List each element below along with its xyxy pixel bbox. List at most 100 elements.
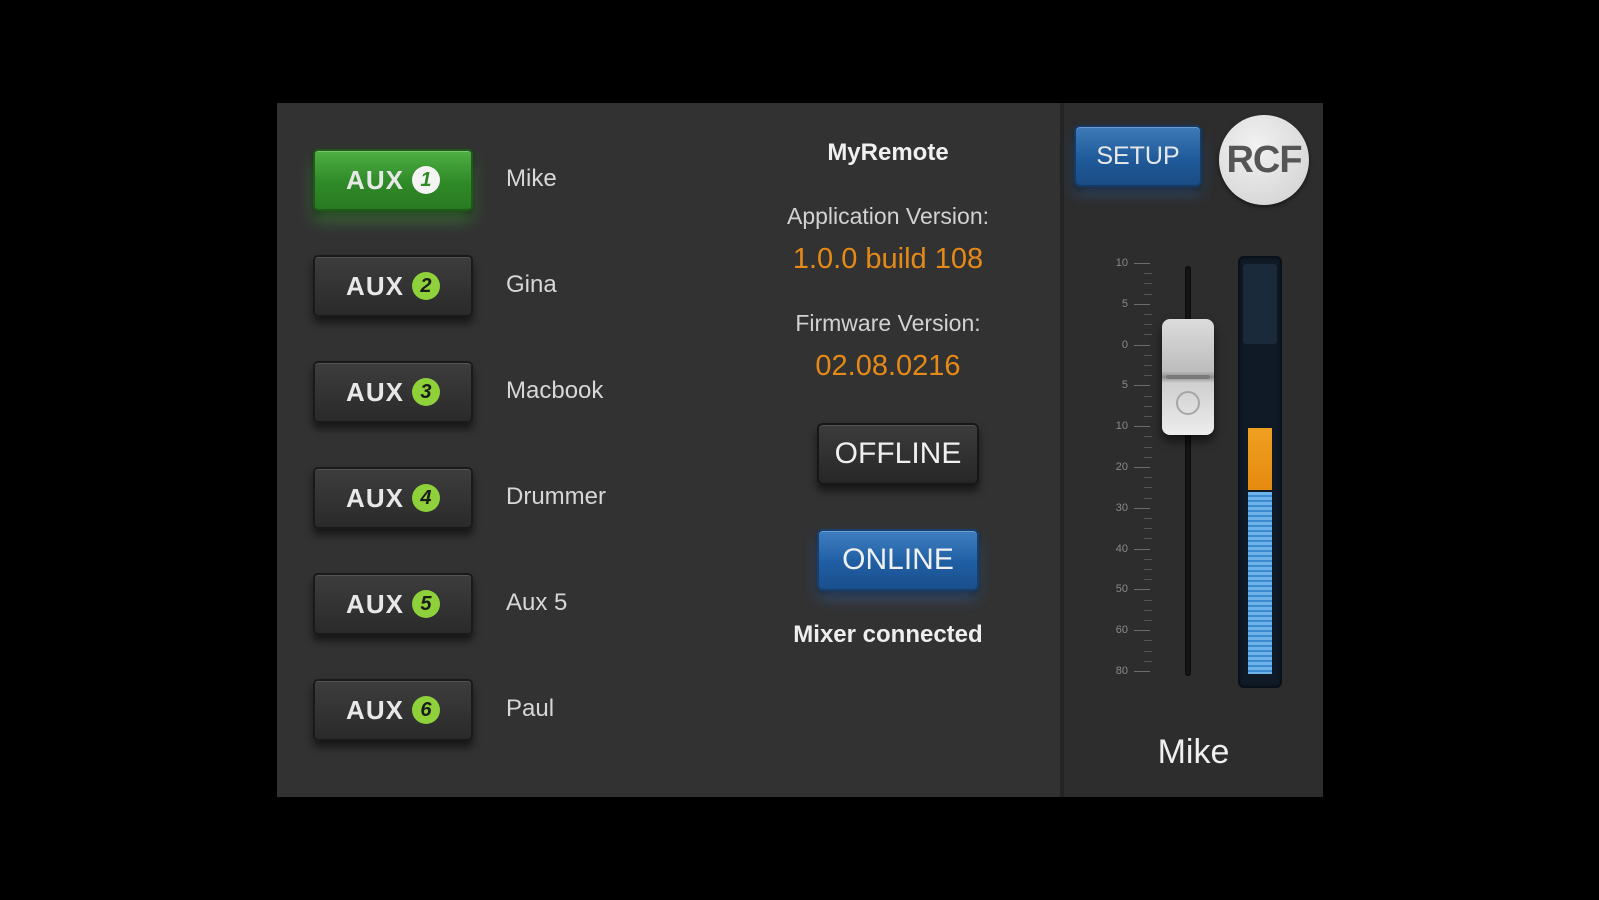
aux-label: AUX [346,694,404,725]
scale-label: 50 [1115,583,1128,596]
scale-minor-tick [1144,599,1152,601]
scale-tick [1134,426,1150,428]
scale-tick [1134,507,1150,509]
scale-minor-tick [1144,354,1152,356]
scale-mark: 60 [1110,624,1150,638]
scale-mark: 5 [1110,298,1150,312]
aux-3-button[interactable]: AUX 3 [313,361,473,423]
scale-minor-tick [1144,528,1152,530]
scale-minor-tick [1144,477,1152,479]
scale-minor-tick [1144,405,1152,407]
scale-minor-tick [1144,558,1152,560]
meter-peak-zone [1243,264,1277,344]
scale-minor-tick [1144,518,1152,519]
aux-number-badge: 6 [411,696,440,724]
aux-label: AUX [346,164,404,195]
scale-minor-tick [1144,497,1152,499]
aux-6-button[interactable]: AUX 6 [313,679,473,741]
app-version-value: 1.0.0 build 108 [792,243,984,275]
scale-mark: 0 [1110,339,1150,353]
aux-2-button[interactable]: AUX 2 [313,255,473,317]
firmware-version-value: 02.08.0216 [815,350,961,382]
aux-row-6: AUX 6 Paul [313,679,713,741]
scale-minor-tick [1144,538,1152,540]
aux-number-badge: 3 [411,378,440,406]
connection-status: Mixer connected [793,621,983,648]
scale-label: 10 [1115,420,1128,433]
scale-mark: 10 [1110,420,1150,434]
aux-number-badge: 5 [411,590,440,618]
firmware-version-label: Firmware Version: [795,310,981,336]
aux-6-name: Paul [506,695,555,722]
channel-name: Mike [1157,733,1230,771]
knob-dot [1176,390,1200,415]
aux-4-button[interactable]: AUX 4 [313,467,473,529]
aux-row-4: AUX 4 Drummer [313,467,713,529]
scale-minor-tick [1144,620,1152,621]
aux-5-name: Aux 5 [506,589,568,616]
aux-4-name: Drummer [506,483,606,510]
scale-mark: 5 [1110,379,1150,393]
knob-line [1166,374,1210,379]
online-button[interactable]: ONLINE [817,529,979,591]
meter-orange-segment [1248,427,1272,491]
scale-minor-tick [1144,283,1152,285]
aux-row-5: AUX 5 Aux 5 [313,573,713,635]
meter-fill [1248,427,1272,674]
aux-3-name: Macbook [506,377,604,404]
scale-minor-tick [1144,334,1152,336]
offline-button[interactable]: OFFLINE [817,423,979,485]
scale-label: 80 [1115,665,1128,677]
scale-minor-tick [1144,416,1152,417]
scale-label: 5 [1121,379,1128,392]
aux-label: AUX [346,270,404,301]
scale-tick [1134,630,1150,632]
aux-row-2: AUX 2 Gina [313,255,713,317]
scale-minor-tick [1144,609,1152,611]
scale-minor-tick [1144,650,1152,652]
meter-blue-segment [1248,492,1272,674]
scale-minor-tick [1144,446,1152,448]
rcf-logo: RCF [1219,115,1309,205]
scale-minor-tick [1144,314,1152,315]
scale-tick [1134,263,1150,264]
scale-label: 10 [1115,257,1128,269]
scale-label: 0 [1121,338,1128,351]
setup-button[interactable]: SETUP [1074,125,1202,187]
scale-tick [1134,548,1150,550]
aux-5-button[interactable]: AUX 5 [313,573,473,635]
scale-minor-tick [1144,487,1152,489]
scale-label: 60 [1115,624,1128,637]
channel-strip: SETUP RCF 10 5 0 5 10 20 30 40 50 60 80 Mike [1060,103,1323,797]
aux-row-1: AUX 1 Mike [313,149,713,211]
volume-fader-knob[interactable] [1162,318,1214,435]
scale-minor-tick [1144,395,1152,397]
aux-number-badge: 4 [411,484,440,512]
aux-1-button[interactable]: AUX 1 [313,149,473,211]
aux-2-name: Gina [506,271,557,298]
scale-mark: 30 [1110,502,1150,516]
aux-label: AUX [346,482,404,513]
scale-tick [1134,467,1150,468]
level-meter [1238,256,1282,688]
scale-minor-tick [1144,324,1152,326]
aux-number-badge: 2 [411,272,440,300]
aux-select-panel: AUX 1 Mike AUX 2 Gina AUX 3 Macbook AUX … [277,103,1060,797]
aux-row-3: AUX 3 Macbook [313,361,713,423]
app-name: MyRemote [827,139,949,166]
scale-label: 30 [1115,501,1128,514]
scale-mark: 40 [1110,543,1150,557]
mixer-app: AUX 1 Mike AUX 2 Gina AUX 3 Macbook AUX … [277,103,1323,797]
scale-mark: 80 [1110,665,1150,679]
scale-tick [1134,303,1150,305]
scale-minor-tick [1144,436,1152,438]
scale-minor-tick [1144,579,1152,581]
scale-tick [1134,385,1150,387]
scale-minor-tick [1144,365,1152,366]
scale-minor-tick [1144,456,1152,458]
scale-minor-tick [1144,273,1152,275]
scale-minor-tick [1144,293,1152,295]
scale-minor-tick [1144,375,1152,377]
scale-minor-tick [1144,640,1152,642]
scale-mark: 20 [1110,461,1150,475]
